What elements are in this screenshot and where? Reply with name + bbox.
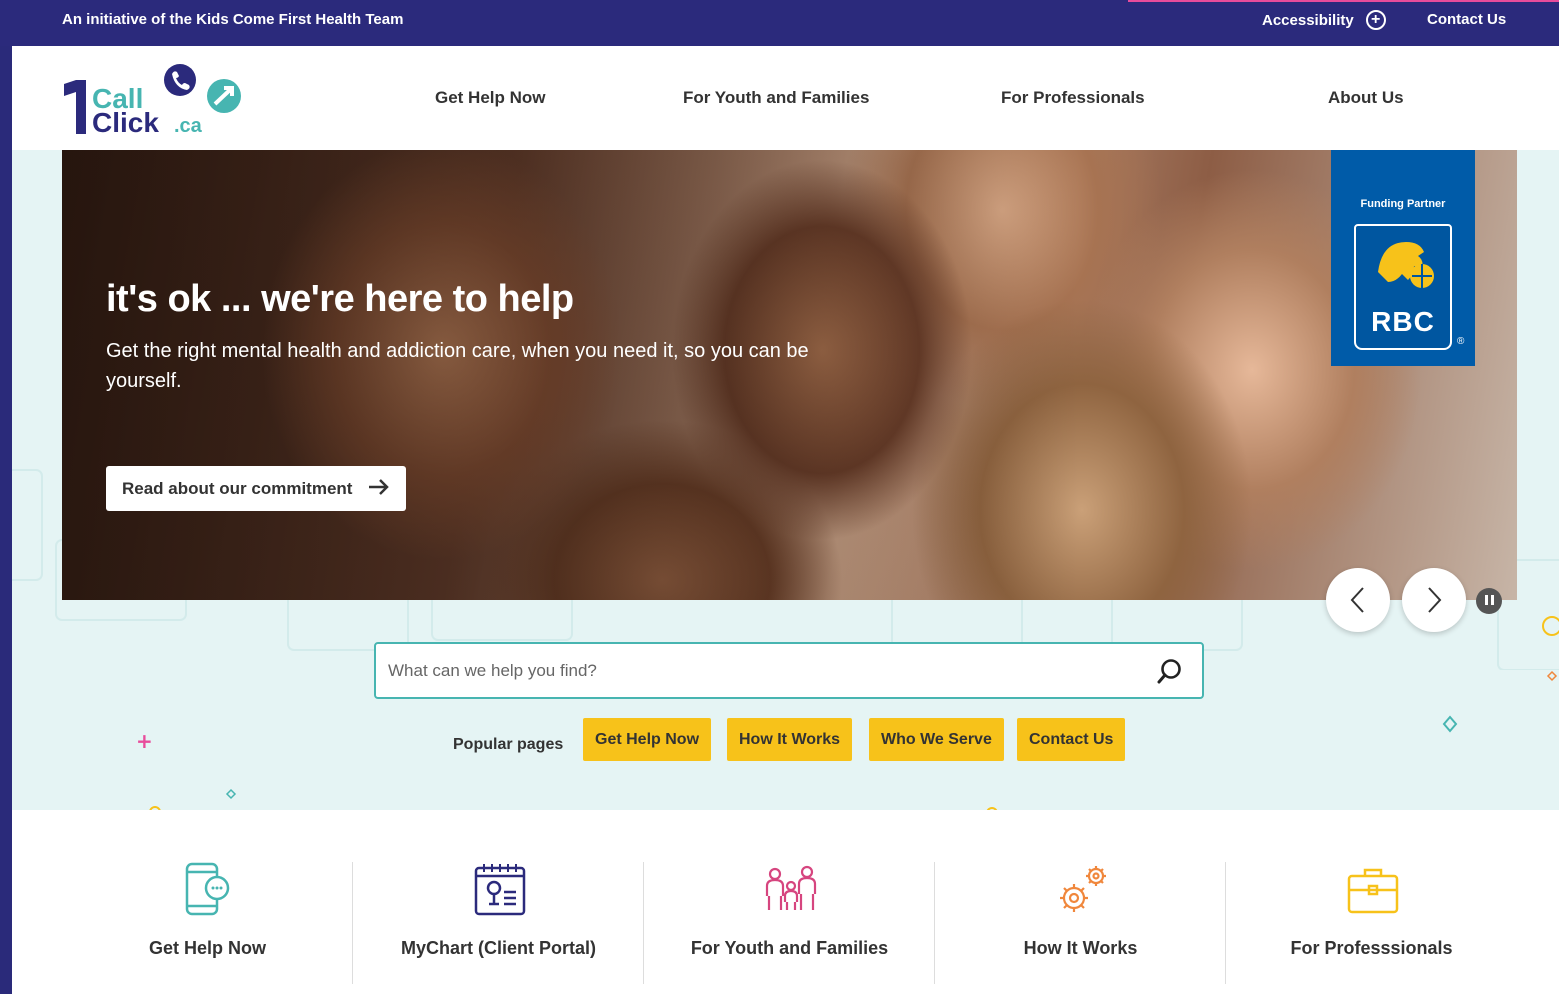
search-box [374, 642, 1204, 699]
hero-title: it's ok ... we're here to help [106, 278, 574, 320]
sponsor-name: RBC [1371, 306, 1435, 337]
popular-get-help-now[interactable]: Get Help Now [583, 718, 712, 761]
card-label: MyChart (Client Portal) [400, 938, 596, 958]
sponsor-badge[interactable]: Funding Partner RBC ® [1331, 150, 1475, 366]
arrow-right-icon [368, 478, 390, 500]
card-get-help-now[interactable]: Get Help Now [62, 862, 353, 994]
card-youth-families[interactable]: For Youth and Families [644, 862, 935, 994]
svg-text:Click: Click [92, 107, 159, 136]
nav-professionals[interactable]: For Professionals [1001, 88, 1145, 108]
quick-links: Get Help Now MyChart (Client Portal) For… [12, 862, 1559, 994]
plus-circle-icon: + [1365, 10, 1386, 30]
popular-who-we-serve[interactable]: Who We Serve [869, 718, 1004, 761]
accessibility-label: Accessibility [1262, 11, 1354, 29]
hero-band: it's ok ... we're here to help Get the r… [12, 150, 1559, 810]
card-professionals[interactable]: For Professsionals [1226, 862, 1517, 994]
accessibility-link[interactable]: Accessibility + [1262, 10, 1386, 30]
logo-mark: Call Click .ca [64, 64, 241, 138]
chart-clipboard-icon [474, 864, 526, 916]
nav-youth-families[interactable]: For Youth and Families [683, 88, 869, 108]
lion-icon [1378, 242, 1434, 288]
registered-mark: ® [1457, 336, 1465, 347]
card-label: Get Help Now [148, 938, 266, 958]
svg-text:+: + [1142, 809, 1159, 810]
card-label: How It Works [1023, 938, 1138, 958]
site-logo[interactable]: Call Click .ca [62, 62, 252, 138]
briefcase-icon [1347, 868, 1399, 914]
read-commitment-button[interactable]: Read about our commitment [106, 466, 407, 511]
nav-get-help-now[interactable]: Get Help Now [435, 88, 546, 108]
card-label: For Professsionals [1290, 938, 1453, 958]
svg-text:+: + [136, 729, 153, 753]
cta-label: Read about our commitment [122, 478, 353, 498]
popular-pages-label: Popular pages [453, 736, 564, 753]
svg-text:.ca: .ca [174, 115, 203, 136]
search-input[interactable] [388, 644, 1148, 697]
hero-subtitle: Get the right mental health and addictio… [106, 340, 809, 392]
hero-image: it's ok ... we're here to help Get the r… [62, 150, 1517, 600]
popular-contact-us[interactable]: Contact Us [1017, 718, 1126, 761]
initiative-text: An initiative of the Kids Come First Hea… [62, 11, 404, 28]
gears-icon [1060, 866, 1106, 912]
card-how-it-works[interactable]: How It Works [935, 862, 1226, 994]
search-icon[interactable] [1156, 657, 1184, 685]
contact-us-link[interactable]: Contact Us [1427, 11, 1506, 28]
confetti-decoration: + + + + [136, 616, 1559, 810]
phone-chat-icon [185, 862, 230, 916]
sponsor-caption: Funding Partner [1360, 198, 1446, 210]
rbc-shield: RBC [1354, 224, 1452, 350]
nav-about-us[interactable]: About Us [1328, 88, 1404, 108]
popular-how-it-works[interactable]: How It Works [727, 718, 853, 761]
family-icon [765, 865, 817, 910]
card-mychart[interactable]: MyChart (Client Portal) [353, 862, 644, 994]
card-label: For Youth and Families [690, 938, 889, 958]
top-bar: An initiative of the Kids Come First Hea… [0, 0, 1559, 46]
page: Call Click .ca Get Help Now For Youth an… [12, 46, 1559, 994]
top-accent-line [1128, 0, 1559, 2]
